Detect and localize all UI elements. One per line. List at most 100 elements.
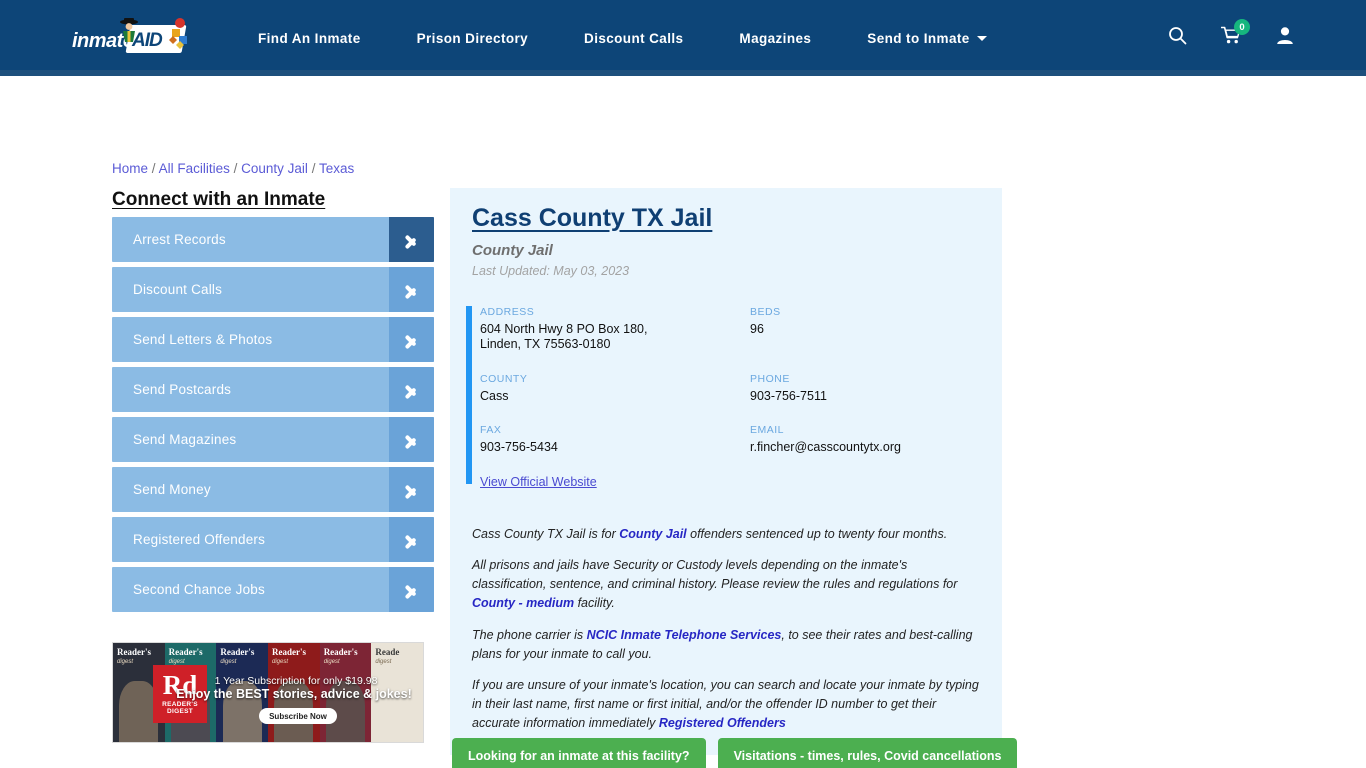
cart-count-badge: 0 [1234, 19, 1250, 35]
nav-item-discount-calls[interactable]: Discount Calls [556, 0, 711, 76]
sidebar-item-label: Send Magazines [133, 432, 237, 447]
sidebar-item-registered-offenders[interactable]: Registered Offenders [112, 517, 434, 562]
chevron-right-icon [389, 417, 434, 462]
advertisement-banner[interactable]: Reader's digest Reader's digest Reader's… [112, 642, 424, 743]
desc-p2-text-b: facility. [574, 596, 615, 611]
magazine-cover-title: Reader's [220, 647, 255, 657]
field-value: 96 [750, 322, 764, 336]
facility-info-block: ADDRESS 604 North Hwy 8 PO Box 180, Lind… [466, 306, 1002, 491]
sidebar-item-send-magazines[interactable]: Send Magazines [112, 417, 434, 462]
facility-last-updated: Last Updated: May 03, 2023 [472, 264, 630, 278]
sidebar-item-discount-calls[interactable]: Discount Calls [112, 267, 434, 312]
field-label: EMAIL [750, 423, 785, 436]
breadcrumb: Home / All Facilities / County Jail / Te… [112, 161, 354, 176]
sidebar-item-label: Arrest Records [133, 232, 226, 247]
magazine-cover-title: Reader's [117, 647, 151, 657]
breadcrumb-separator: / [233, 161, 238, 176]
field-label: COUNTY [480, 372, 528, 385]
chevron-down-icon [976, 35, 987, 41]
ad-brand-line1: READER'S [162, 701, 198, 709]
ad-headline-primary: 1 Year Subscription for only $19.98 [214, 675, 378, 687]
magazine-cover-sub: digest [375, 659, 392, 665]
sidebar-menu: Arrest Records Discount Calls Send Lette… [112, 217, 434, 617]
visitations-button[interactable]: Visitations - times, rules, Covid cancel… [717, 738, 1018, 768]
ad-brand-line2: DIGEST [167, 708, 193, 716]
ad-headline-secondary: Enjoy the BEST stories, advice & jokes! [176, 687, 412, 701]
cart-icon[interactable]: 0 [1220, 19, 1250, 50]
facility-description: Cass County TX Jail is for County Jail o… [472, 525, 980, 733]
chevron-right-icon [389, 467, 434, 512]
site-logo[interactable]: inmate AID [70, 16, 200, 60]
magazine-cover-title: Reader's [323, 647, 358, 657]
field-label: FAX [480, 423, 502, 436]
breadcrumb-item-texas[interactable]: Texas [319, 161, 354, 176]
desc-p2-text-a: All prisons and jails have Security or C… [472, 558, 958, 592]
description-paragraph-2: All prisons and jails have Security or C… [472, 556, 980, 613]
field-value: Cass [480, 388, 509, 403]
sidebar-item-label: Registered Offenders [133, 532, 266, 547]
breadcrumb-item-home[interactable]: Home [112, 161, 148, 176]
sidebar-item-label: Send Letters & Photos [133, 332, 273, 347]
facility-type: County Jail [472, 242, 553, 259]
description-paragraph-1: Cass County TX Jail is for County Jail o… [472, 525, 980, 544]
desc-p3-text-a: The phone carrier is [472, 627, 587, 642]
chevron-right-icon [389, 317, 434, 362]
facility-card: Cass County TX Jail County Jail Last Upd… [450, 188, 1002, 756]
search-icon[interactable] [1168, 26, 1187, 50]
sidebar-item-label: Discount Calls [133, 282, 223, 297]
desc-p2-link-county-medium[interactable]: County - medium [472, 596, 574, 610]
sidebar-item-second-chance-jobs[interactable]: Second Chance Jobs [112, 567, 434, 612]
sidebar-item-arrest-records[interactable]: Arrest Records [112, 217, 434, 262]
facility-title: Cass County TX Jail [472, 204, 713, 232]
facility-field-phone: PHONE 903-756-7511 [750, 373, 1002, 404]
user-icon[interactable] [1276, 26, 1294, 50]
facility-field-county: COUNTY Cass [480, 373, 750, 404]
sidebar-item-send-letters-photos[interactable]: Send Letters & Photos [112, 317, 434, 362]
desc-p1-text-b: offenders sentenced up to twenty four mo… [686, 527, 948, 541]
magazine-cover-sub: digest [323, 659, 340, 665]
description-paragraph-3: The phone carrier is NCIC Inmate Telepho… [472, 626, 980, 664]
magazine-cover-title: Reade [375, 647, 400, 657]
logo-accent-icon [169, 18, 187, 49]
desc-p1-text-a: Cass County TX Jail is for [472, 527, 620, 541]
description-paragraph-4: If you are unsure of your inmate's locat… [472, 676, 980, 733]
chevron-right-icon [389, 517, 434, 562]
breadcrumb-separator: / [311, 161, 316, 176]
sidebar-item-label: Send Postcards [133, 382, 232, 397]
sidebar-item-send-postcards[interactable]: Send Postcards [112, 367, 434, 412]
view-official-website-link[interactable]: View Official Website [480, 475, 597, 489]
desc-p4-link-registered-offenders[interactable]: Registered Offenders [659, 716, 786, 730]
breadcrumb-item-county-jail[interactable]: County Jail [241, 161, 308, 176]
nav-item-find-an-inmate[interactable]: Find An Inmate [230, 0, 389, 76]
nav-item-send-to-inmate[interactable]: Send to Inmate [839, 0, 996, 76]
facility-info-grid: ADDRESS 604 North Hwy 8 PO Box 180, Lind… [480, 306, 1002, 455]
field-label: ADDRESS [480, 306, 535, 318]
desc-p1-link-county-jail[interactable]: County Jail [619, 527, 686, 541]
field-value: 903-756-7511 [750, 388, 827, 403]
sidebar-item-send-money[interactable]: Send Money [112, 467, 434, 512]
sidebar-item-label: Second Chance Jobs [133, 582, 265, 597]
main-navigation: Find An Inmate Prison Directory Discount… [230, 0, 1168, 76]
breadcrumb-separator: / [151, 161, 156, 176]
field-label: PHONE [750, 372, 790, 385]
mascot-icon [120, 18, 138, 42]
ad-subscribe-button[interactable]: Subscribe Now [259, 708, 337, 724]
chevron-right-icon [389, 267, 434, 312]
inmate-search-button[interactable]: Looking for an inmate at this facility? [452, 738, 706, 768]
field-value: r.fincher@casscountytx.org [750, 439, 901, 454]
breadcrumb-item-all-facilities[interactable]: All Facilities [159, 161, 230, 176]
facility-field-fax: FAX 903-756-5434 [480, 424, 750, 455]
sidebar-item-label: Send Money [133, 482, 211, 497]
desc-p3-link-ncic[interactable]: NCIC Inmate Telephone Services [587, 628, 782, 642]
chevron-right-icon [389, 217, 434, 262]
nav-item-send-to-inmate-label: Send to Inmate [867, 30, 970, 46]
nav-item-prison-directory[interactable]: Prison Directory [389, 0, 556, 76]
facility-action-buttons: Looking for an inmate at this facility? … [452, 738, 1018, 768]
header-icon-group: 0 [1168, 19, 1294, 50]
site-header: inmate AID Find An Inmate Prison Directo… [0, 0, 1366, 76]
sidebar-title: Connect with an Inmate [112, 189, 326, 210]
nav-item-magazines[interactable]: Magazines [711, 0, 839, 76]
facility-field-beds: BEDS 96 [750, 306, 1002, 353]
field-label: BEDS [750, 306, 781, 318]
field-value: 903-756-5434 [480, 439, 558, 454]
